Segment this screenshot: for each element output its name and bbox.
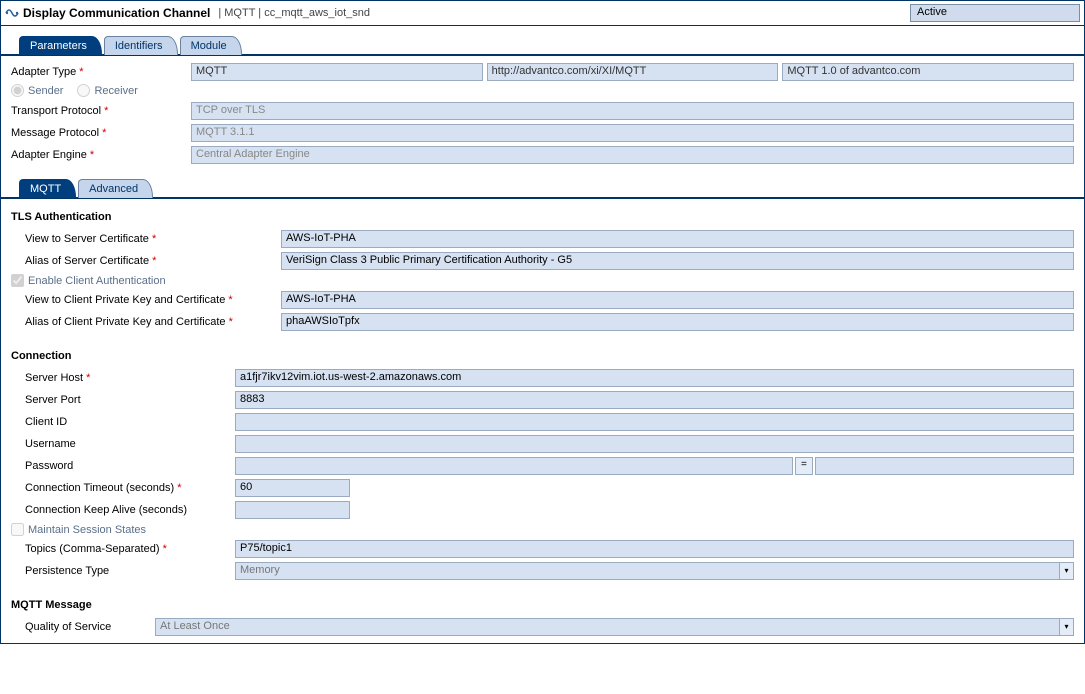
password-field[interactable]: [235, 457, 793, 475]
server-host-label: Server Host *: [25, 372, 235, 384]
view-server-cert-label: View to Server Certificate *: [25, 233, 281, 245]
adapter-engine-field: Central Adapter Engine: [191, 146, 1074, 164]
sender-label: Sender: [28, 85, 63, 97]
topics-label: Topics (Comma-Separated) *: [25, 543, 235, 555]
alias-server-cert-label: Alias of Server Certificate *: [25, 255, 281, 267]
persistence-type-select[interactable]: Memory ▾: [235, 562, 1074, 580]
maintain-session-label: Maintain Session States: [28, 524, 146, 536]
username-field[interactable]: [235, 435, 1074, 453]
adapter-type-label: Adapter Type *: [11, 66, 191, 78]
dropdown-icon: ▾: [1060, 618, 1074, 636]
keep-alive-field[interactable]: [235, 501, 350, 519]
adapter-namespace-field: http://advantco.com/xi/XI/MQTT: [487, 63, 779, 81]
view-server-cert-field[interactable]: AWS-IoT-PHA: [281, 230, 1074, 248]
adapter-name-field: MQTT: [191, 63, 483, 81]
adapter-component-field: MQTT 1.0 of advantco.com: [782, 63, 1074, 81]
tab-mqtt[interactable]: MQTT: [19, 179, 76, 198]
alias-client-cert-field[interactable]: phaAWSIoTpfx: [281, 313, 1074, 331]
client-id-label: Client ID: [25, 416, 235, 428]
message-protocol-field: MQTT 3.1.1: [191, 124, 1074, 142]
server-port-field[interactable]: 8883: [235, 391, 1074, 409]
password-confirm-field[interactable]: [815, 457, 1074, 475]
view-client-cert-field[interactable]: AWS-IoT-PHA: [281, 291, 1074, 309]
channel-icon: [5, 6, 19, 20]
connection-timeout-field[interactable]: 60: [235, 479, 350, 497]
transport-protocol-label: Transport Protocol *: [11, 105, 191, 117]
password-reveal-button[interactable]: =: [795, 457, 813, 475]
sub-tabs: MQTT Advanced: [1, 171, 1084, 198]
tab-advanced[interactable]: Advanced: [78, 179, 153, 198]
main-tabs: Parameters Identifiers Module: [1, 26, 1084, 55]
enable-client-auth-checkbox[interactable]: [11, 274, 24, 287]
view-client-cert-label: View to Client Private Key and Certifica…: [25, 294, 281, 306]
status-field: Active: [910, 4, 1080, 22]
header-bar: Display Communication Channel | MQTT | c…: [1, 1, 1084, 26]
qos-select[interactable]: At Least Once ▾: [155, 618, 1074, 636]
maintain-session-checkbox[interactable]: [11, 523, 24, 536]
direction-row: Sender Receiver: [11, 84, 1074, 97]
tab-parameters[interactable]: Parameters: [19, 36, 102, 55]
communication-channel-panel: Display Communication Channel | MQTT | c…: [0, 0, 1085, 644]
keep-alive-label: Connection Keep Alive (seconds): [25, 504, 235, 516]
dropdown-icon: ▾: [1060, 562, 1074, 580]
tab-module[interactable]: Module: [180, 36, 242, 55]
receiver-radio[interactable]: [77, 84, 90, 97]
page-path: | MQTT | cc_mqtt_aws_iot_snd: [218, 7, 370, 19]
connection-section: Connection Server Host *a1fjr7ikv12vim.i…: [1, 338, 1084, 587]
client-id-field[interactable]: [235, 413, 1074, 431]
adapter-engine-label: Adapter Engine *: [11, 149, 191, 161]
adapter-form: Adapter Type * MQTT http://advantco.com/…: [1, 56, 1084, 171]
tab-identifiers[interactable]: Identifiers: [104, 36, 178, 55]
topics-field[interactable]: P75/topic1: [235, 540, 1074, 558]
enable-client-auth-label: Enable Client Authentication: [28, 275, 166, 287]
server-port-label: Server Port: [25, 394, 235, 406]
transport-protocol-field: TCP over TLS: [191, 102, 1074, 120]
qos-label: Quality of Service: [25, 621, 155, 633]
connection-heading: Connection: [11, 350, 1074, 362]
maintain-session-row: Maintain Session States: [11, 523, 1074, 536]
tls-heading: TLS Authentication: [11, 211, 1074, 223]
connection-timeout-label: Connection Timeout (seconds) *: [25, 482, 235, 494]
alias-server-cert-field[interactable]: VeriSign Class 3 Public Primary Certific…: [281, 252, 1074, 270]
persistence-type-label: Persistence Type: [25, 565, 235, 577]
username-label: Username: [25, 438, 235, 450]
message-protocol-label: Message Protocol *: [11, 127, 191, 139]
mqtt-message-section: MQTT Message Quality of Service At Least…: [1, 587, 1084, 643]
mqtt-message-heading: MQTT Message: [11, 599, 1074, 611]
enable-client-auth-row: Enable Client Authentication: [11, 274, 1074, 287]
tls-section: TLS Authentication View to Server Certif…: [1, 199, 1084, 338]
sender-radio[interactable]: [11, 84, 24, 97]
alias-client-cert-label: Alias of Client Private Key and Certific…: [25, 316, 281, 328]
page-title: Display Communication Channel: [23, 6, 210, 20]
persistence-type-value: Memory: [235, 562, 1060, 580]
qos-value: At Least Once: [155, 618, 1060, 636]
receiver-label: Receiver: [94, 85, 137, 97]
password-label: Password: [25, 460, 235, 472]
server-host-field[interactable]: a1fjr7ikv12vim.iot.us-west-2.amazonaws.c…: [235, 369, 1074, 387]
